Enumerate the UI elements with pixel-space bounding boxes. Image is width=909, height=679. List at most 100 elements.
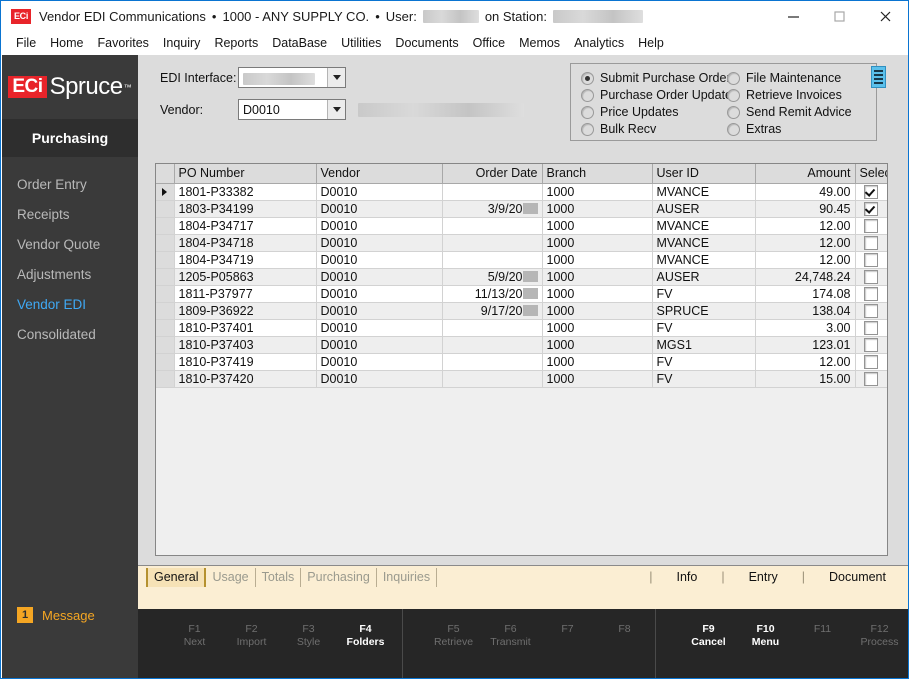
column-header-order-date[interactable]: Order Date [442,164,543,184]
tab-totals[interactable]: Totals [256,567,302,587]
table-row[interactable]: 1804-P34719 D0010 1000 MVANCE 12.00 [156,251,887,269]
maximize-icon[interactable] [816,1,862,31]
menu-item-file[interactable]: File [9,36,43,50]
sidebar-item-order-entry[interactable]: Order Entry [2,169,138,199]
menu-item-utilities[interactable]: Utilities [334,36,388,50]
fkey-f3-style[interactable]: F3 Style [280,623,337,678]
fkey-f2-import[interactable]: F2 Import [223,623,280,678]
menu-item-favorites[interactable]: Favorites [91,36,156,50]
row-selector-cell[interactable] [156,234,175,252]
table-row[interactable]: 1801-P33382 D0010 1000 MVANCE 49.00 [156,183,887,201]
cell-select[interactable] [855,370,887,388]
cell-select[interactable] [855,251,887,269]
column-header-branch[interactable]: Branch [542,164,653,184]
select-checkbox[interactable] [864,320,878,335]
table-row[interactable]: 1804-P34718 D0010 1000 MVANCE 12.00 [156,234,887,252]
column-header-po-number[interactable]: PO Number [174,164,317,184]
action-entry[interactable]: Entry [727,570,800,584]
table-row[interactable]: 1804-P34717 D0010 1000 MVANCE 12.00 [156,217,887,235]
select-checkbox[interactable] [864,303,878,318]
row-selector-cell[interactable] [156,302,175,320]
edi-interface-select[interactable] [238,67,346,88]
cell-select[interactable] [855,302,887,320]
table-row[interactable]: 1810-P37403 D0010 1000 MGS1 123.01 [156,336,887,354]
select-checkbox[interactable] [864,184,878,199]
row-selector-cell[interactable] [156,217,175,235]
radio-price-updates[interactable]: Price Updates [581,104,727,120]
row-selector-cell[interactable] [156,370,175,388]
sidebar-item-vendor-quote[interactable]: Vendor Quote [2,229,138,259]
fkey-f5-retrieve[interactable]: F5 Retrieve [425,623,482,678]
sidebar-item-receipts[interactable]: Receipts [2,199,138,229]
tab-usage[interactable]: Usage [206,567,256,587]
vendor-select[interactable]: D0010 [238,99,346,120]
fkey-f11[interactable]: F11 [794,623,851,678]
row-selector-cell[interactable] [156,336,175,354]
po-grid[interactable]: PO Number Vendor Order Date Branch User … [155,163,888,556]
panel-options-menu-icon[interactable] [871,66,886,88]
fkey-f8[interactable]: F8 [596,623,653,678]
cell-select[interactable] [855,200,887,218]
fkey-f4-folders[interactable]: F4 Folders [337,623,394,678]
cell-select[interactable] [855,319,887,337]
menu-item-office[interactable]: Office [466,36,512,50]
row-selector-cell[interactable] [156,251,175,269]
radio-retrieve-invoices[interactable]: Retrieve Invoices [727,87,873,103]
row-selector-cell[interactable] [156,285,175,303]
column-header-vendor[interactable]: Vendor [316,164,443,184]
cell-select[interactable] [855,336,887,354]
table-row[interactable]: 1810-P37401 D0010 1000 FV 3.00 [156,319,887,337]
cell-select[interactable] [855,234,887,252]
menu-item-help[interactable]: Help [631,36,671,50]
select-checkbox[interactable] [864,218,878,233]
cell-select[interactable] [855,217,887,235]
table-row[interactable]: 1811-P37977 D0010 11/13/20 1000 FV 174.08 [156,285,887,303]
cell-select[interactable] [855,285,887,303]
radio-submit-purchase-orders[interactable]: Submit Purchase Orders [581,70,737,86]
select-checkbox[interactable] [864,269,878,284]
table-row[interactable]: 1810-P37419 D0010 1000 FV 12.00 [156,353,887,371]
row-selector-cell[interactable] [156,353,175,371]
row-selector-cell[interactable] [156,319,175,337]
cell-select[interactable] [855,353,887,371]
select-checkbox[interactable] [864,354,878,369]
action-document[interactable]: Document [807,570,908,584]
tab-purchasing[interactable]: Purchasing [301,567,377,587]
radio-send-remit-advice[interactable]: Send Remit Advice [727,104,873,120]
menu-item-analytics[interactable]: Analytics [567,36,631,50]
chevron-down-icon[interactable] [327,68,345,87]
radio-bulk-recv[interactable]: Bulk Recv [581,121,727,137]
column-header-user-id[interactable]: User ID [652,164,756,184]
tab-general[interactable]: General [146,567,207,587]
menu-item-home[interactable]: Home [43,36,90,50]
radio-purchase-order-update[interactable]: Purchase Order Update [581,87,732,103]
select-checkbox[interactable] [864,252,878,267]
close-icon[interactable] [862,1,908,31]
select-checkbox[interactable] [864,201,878,216]
menu-item-reports[interactable]: Reports [207,36,265,50]
cell-select[interactable] [855,268,887,286]
sidebar-item-adjustments[interactable]: Adjustments [2,259,138,289]
fkey-f6-transmit[interactable]: F6 Transmit [482,623,539,678]
fkey-f10-menu[interactable]: F10 Menu [737,623,794,678]
menu-item-memos[interactable]: Memos [512,36,567,50]
table-row[interactable]: 1810-P37420 D0010 1000 FV 15.00 [156,370,887,388]
column-header-amount[interactable]: Amount [755,164,856,184]
message-indicator[interactable]: 1 Message [17,607,95,623]
row-selector-cell[interactable] [156,268,175,286]
minimize-icon[interactable] [770,1,816,31]
select-checkbox[interactable] [864,286,878,301]
table-row[interactable]: 1809-P36922 D0010 9/17/20 1000 SPRUCE 138.04 [156,302,887,320]
tab-inquiries[interactable]: Inquiries [377,567,438,587]
menu-item-documents[interactable]: Documents [388,36,465,50]
menu-item-inquiry[interactable]: Inquiry [156,36,208,50]
select-checkbox[interactable] [864,337,878,352]
select-checkbox[interactable] [864,371,878,386]
radio-extras[interactable]: Extras [727,121,873,137]
sidebar-item-vendor-edi[interactable]: Vendor EDI [2,289,138,319]
radio-file-maintenance[interactable]: File Maintenance [727,70,873,86]
fkey-f9-cancel[interactable]: F9 Cancel [680,623,737,678]
cell-select[interactable] [855,183,887,201]
row-selector-cell[interactable] [156,200,175,218]
table-row[interactable]: 1803-P34199 D0010 3/9/20 1000 AUSER 90.45 [156,200,887,218]
